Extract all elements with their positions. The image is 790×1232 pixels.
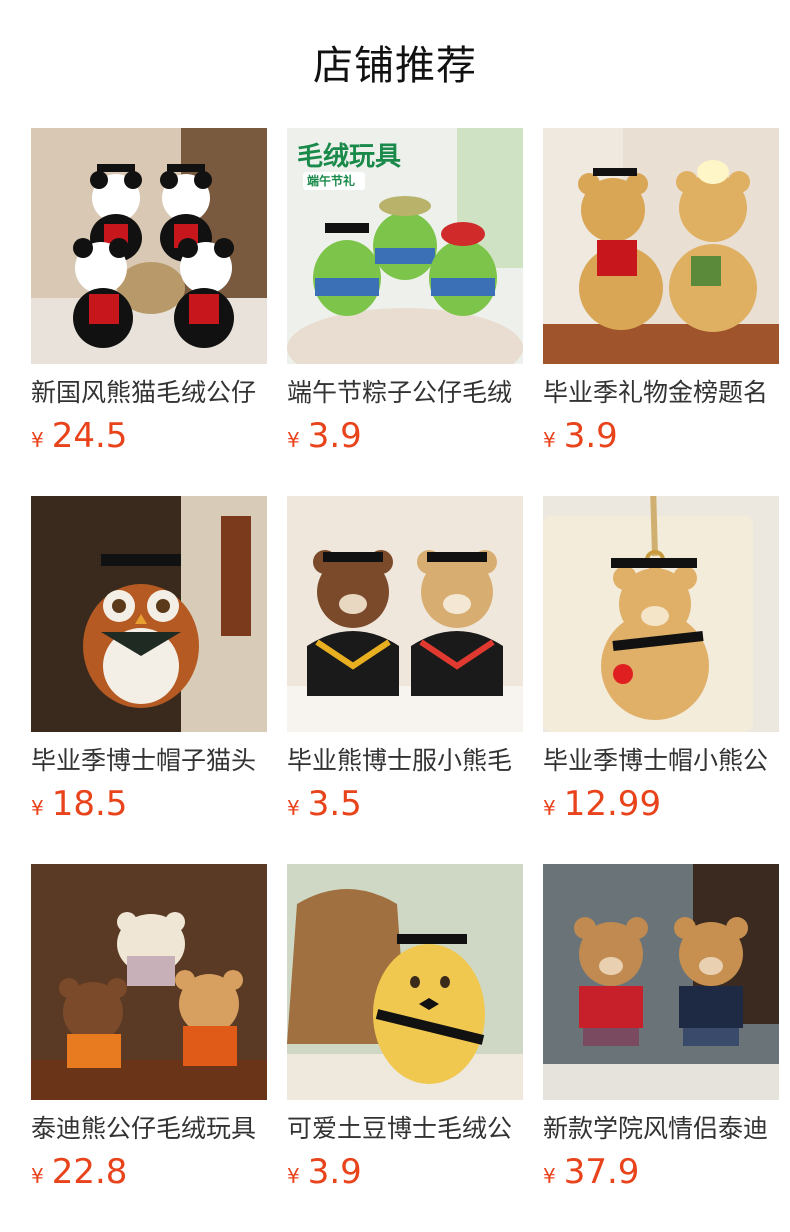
product-price: 18.5	[51, 784, 128, 824]
page: 店铺推荐 新国风熊猫毛绒公仔 ¥ 24.5 毛绒玩具 端午节礼 端午节粽子公仔毛…	[0, 0, 790, 1232]
page-title: 店铺推荐	[313, 43, 477, 89]
product-name[interactable]: 毕业季博士帽子猫头	[31, 744, 267, 778]
product-image[interactable]	[31, 864, 267, 1100]
product-name[interactable]: 新款学院风情侣泰迪	[543, 1112, 779, 1146]
product-price: 3.5	[307, 784, 362, 824]
college-teddy-couple-illustration	[543, 864, 779, 1100]
product-card[interactable]: 毕业季礼物金榜题名 ¥3.9	[543, 128, 779, 496]
currency-symbol: ¥	[287, 1164, 300, 1188]
product-price-row: ¥22.8	[31, 1152, 267, 1198]
currency-symbol: ¥	[543, 428, 556, 452]
product-price: 3.9	[307, 416, 362, 456]
panda-plush-illustration	[31, 128, 267, 364]
product-price: 37.9	[563, 1152, 640, 1192]
product-name[interactable]: 泰迪熊公仔毛绒玩具	[31, 1112, 267, 1146]
currency-symbol: ¥	[287, 796, 300, 820]
product-name[interactable]: 端午节粽子公仔毛绒	[287, 376, 523, 410]
potato-plush-illustration	[287, 864, 523, 1100]
product-price: 3.9	[307, 1152, 362, 1192]
product-grid: 新国风熊猫毛绒公仔 ¥24.5 毛绒玩具 端午节礼 端午节粽子公仔毛绒 ¥ 3.…	[31, 128, 779, 1232]
product-card[interactable]: 可爱土豆博士毛绒公 ¥3.9	[287, 864, 523, 1232]
product-card[interactable]: 新国风熊猫毛绒公仔 ¥24.5	[31, 128, 267, 496]
product-price: 3.9	[563, 416, 618, 456]
bear-keychain-illustration	[543, 496, 779, 732]
currency-symbol: ¥	[31, 428, 44, 452]
product-price-row: ¥24.5	[31, 416, 267, 462]
banner-title: 毛绒玩具	[297, 142, 402, 172]
product-image[interactable]	[287, 864, 523, 1100]
product-price-row: ¥12.99	[543, 784, 779, 830]
product-card[interactable]: 泰迪熊公仔毛绒玩具 ¥22.8	[31, 864, 267, 1232]
product-price-row: ¥37.9	[543, 1152, 779, 1198]
product-image[interactable]	[31, 128, 267, 364]
product-price: 24.5	[51, 416, 128, 456]
product-image[interactable]	[543, 864, 779, 1100]
product-name[interactable]: 毕业熊博士服小熊毛	[287, 744, 523, 778]
product-card[interactable]: 毕业熊博士服小熊毛 ¥3.5	[287, 496, 523, 864]
product-name[interactable]: 新国风熊猫毛绒公仔	[31, 376, 267, 410]
currency-symbol: ¥	[31, 1164, 44, 1188]
product-image[interactable]: 毛绒玩具 端午节礼	[287, 128, 523, 364]
graduation-gown-bears-illustration	[287, 496, 523, 732]
currency-symbol: ¥	[31, 796, 44, 820]
product-card[interactable]: 毕业季博士帽子猫头 ¥18.5	[31, 496, 267, 864]
product-price-row: ¥3.9	[287, 1152, 523, 1198]
product-price-row: ¥3.5	[287, 784, 523, 830]
currency-symbol: ¥	[543, 796, 556, 820]
graduation-bear-illustration	[543, 128, 779, 364]
product-price-row: ¥3.9	[543, 416, 779, 462]
product-image[interactable]	[287, 496, 523, 732]
product-price: 22.8	[51, 1152, 128, 1192]
product-price-row: ¥3.9	[287, 416, 523, 462]
product-card[interactable]: 毛绒玩具 端午节礼 端午节粽子公仔毛绒 ¥3.9	[287, 128, 523, 496]
banner-subtitle: 端午节礼	[307, 174, 356, 188]
teddy-bears-illustration	[31, 864, 267, 1100]
product-image[interactable]	[543, 496, 779, 732]
product-card[interactable]: 新款学院风情侣泰迪 ¥37.9	[543, 864, 779, 1232]
product-image[interactable]	[31, 496, 267, 732]
product-name[interactable]: 毕业季博士帽小熊公	[543, 744, 779, 778]
product-name[interactable]: 可爱土豆博士毛绒公	[287, 1112, 523, 1146]
product-name[interactable]: 毕业季礼物金榜题名	[543, 376, 779, 410]
product-image[interactable]	[543, 128, 779, 364]
currency-symbol: ¥	[287, 428, 300, 452]
owl-plush-illustration	[31, 496, 267, 732]
product-price: 12.99	[563, 784, 662, 824]
product-price-row: ¥18.5	[31, 784, 267, 830]
product-card[interactable]: 毕业季博士帽小熊公 ¥12.99	[543, 496, 779, 864]
currency-symbol: ¥	[543, 1164, 556, 1188]
